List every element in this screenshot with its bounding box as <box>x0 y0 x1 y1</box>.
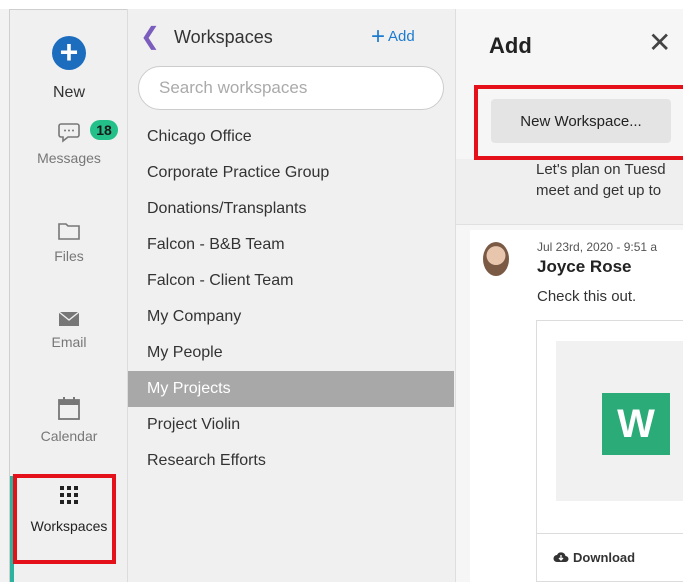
new-workspace-button[interactable]: New Workspace... <box>491 99 671 143</box>
attachment-preview[interactable]: W <box>556 341 683 501</box>
post-timestamp: Jul 23rd, 2020 - 9:51 a <box>537 240 658 254</box>
new-button[interactable]: + New <box>10 36 128 102</box>
list-item[interactable]: Project Violin <box>128 407 456 443</box>
messages-badge: 18 <box>90 120 118 140</box>
rail-item-email[interactable]: Email <box>10 310 128 350</box>
folder-icon <box>58 223 80 240</box>
list-item[interactable]: My People <box>128 335 456 371</box>
message-preview: Let's plan on Tuesd meet and get up to <box>456 159 683 225</box>
post-author[interactable]: Joyce Rose <box>537 257 632 277</box>
panel-title: Workspaces <box>174 27 273 47</box>
new-label: New <box>52 84 85 101</box>
download-button[interactable]: Download <box>553 550 635 565</box>
rail-item-workspaces[interactable]: Workspaces <box>10 484 128 534</box>
list-item[interactable]: Falcon - Client Team <box>128 263 456 299</box>
list-item[interactable]: Donations/Transplants <box>128 191 456 227</box>
list-item[interactable]: Corporate Practice Group <box>128 155 456 191</box>
download-label: Download <box>573 550 636 565</box>
top-border <box>0 0 683 9</box>
avatar[interactable] <box>483 242 509 276</box>
rail-item-files[interactable]: Files <box>10 220 128 264</box>
plus-icon: + <box>371 23 386 50</box>
add-workspace-link[interactable]: + Add <box>371 23 415 51</box>
workspaces-label: Workspaces <box>30 518 108 534</box>
add-label: Add <box>388 28 415 45</box>
messages-label: Messages <box>37 150 101 166</box>
envelope-icon <box>58 311 80 326</box>
list-item[interactable]: Chicago Office <box>128 119 456 155</box>
word-doc-icon: W <box>602 393 670 455</box>
files-label: Files <box>54 248 84 264</box>
calendar-label: Calendar <box>40 428 98 444</box>
add-panel: Add ✕ Let's plan on Tuesd meet and get u… <box>455 9 683 582</box>
workspaces-header: ❮ Workspaces + Add <box>128 23 456 53</box>
attachment-footer: Download <box>537 533 683 582</box>
post-body: Check this out. <box>537 288 637 305</box>
search-input[interactable] <box>138 66 444 110</box>
attachment-card[interactable]: W Download <box>536 320 683 582</box>
add-title: Add <box>489 33 532 58</box>
close-icon[interactable]: ✕ <box>648 29 671 57</box>
message-bubble-icon <box>58 123 80 143</box>
calendar-icon <box>58 397 80 420</box>
email-label: Email <box>51 334 87 350</box>
list-item[interactable]: My Company <box>128 299 456 335</box>
cloud-download-icon <box>553 552 569 562</box>
rail-item-messages[interactable]: 18 Messages <box>10 120 128 166</box>
list-item-selected[interactable]: My Projects <box>128 371 454 407</box>
rail-item-calendar[interactable]: Calendar <box>10 396 128 444</box>
workspaces-panel: ❮ Workspaces +Add Chicago Office Corpora… <box>127 9 455 582</box>
grid-dots-icon <box>60 486 78 504</box>
post-card: Jul 23rd, 2020 - 9:51 a Joyce Rose Check… <box>470 230 683 582</box>
workspace-list: Chicago Office Corporate Practice Group … <box>128 119 456 479</box>
list-item[interactable]: Falcon - B&B Team <box>128 227 456 263</box>
left-rail: + New 18 Messages Files Email Calendar W… <box>9 9 127 582</box>
plus-icon: + <box>52 36 86 70</box>
list-item[interactable]: Research Efforts <box>128 443 456 479</box>
chevron-left-icon[interactable]: ❮ <box>140 23 160 51</box>
preview-line-2: meet and get up to <box>536 182 662 199</box>
preview-line-1: Let's plan on Tuesd <box>536 161 666 178</box>
